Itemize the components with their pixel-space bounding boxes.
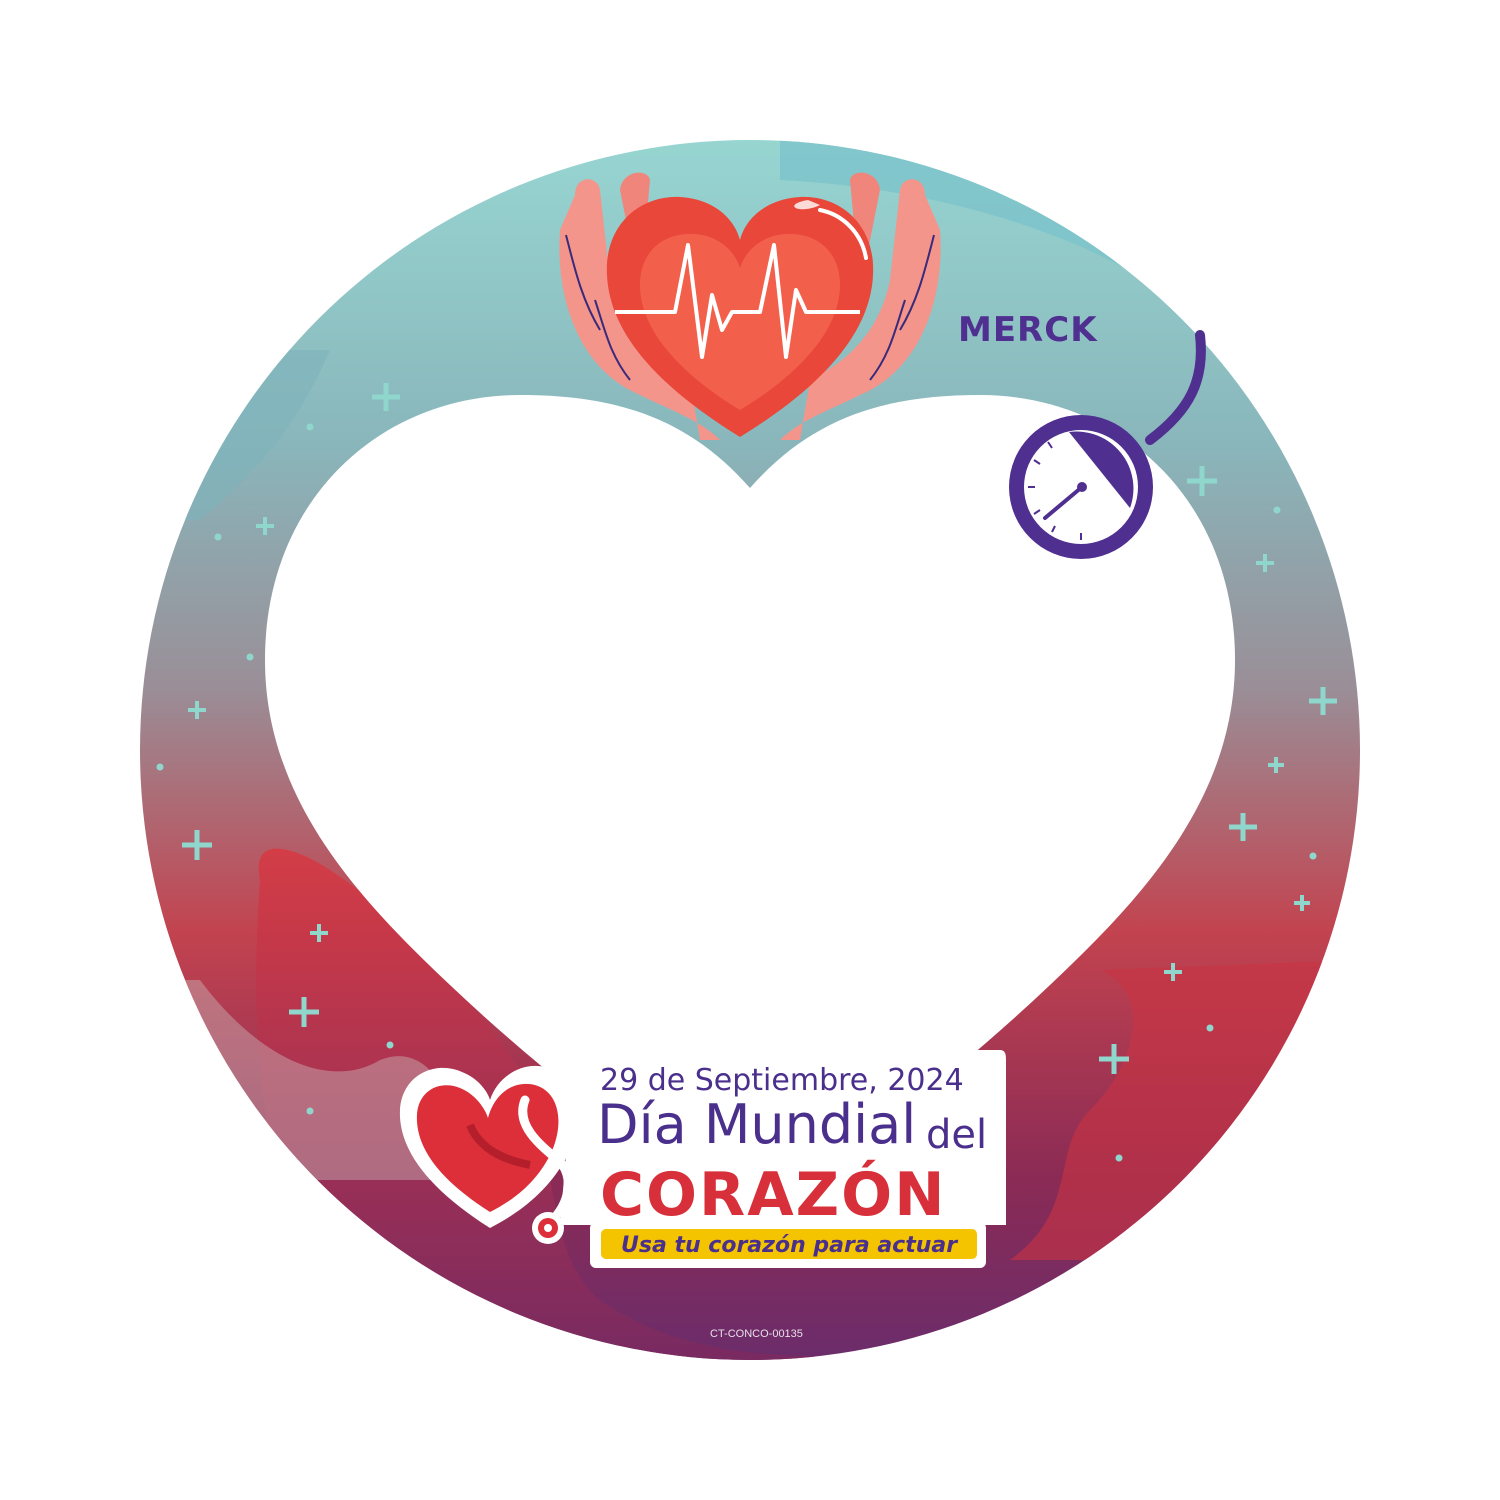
event-title-del: del	[926, 1112, 987, 1158]
document-code: CT-CONCO-00135	[710, 1328, 803, 1340]
event-title: Día Mundial	[597, 1093, 916, 1156]
event-title-big: CORAZÓN	[600, 1159, 946, 1230]
frame-artwork: MERCK 29 de Septiembre, 2024 Día Mundial…	[140, 140, 1360, 1360]
brand-logo: MERCK	[958, 310, 1098, 350]
profile-frame: MERCK 29 de Septiembre, 2024 Día Mundial…	[0, 0, 1500, 1500]
event-tagline: Usa tu corazón para actuar	[621, 1233, 958, 1258]
